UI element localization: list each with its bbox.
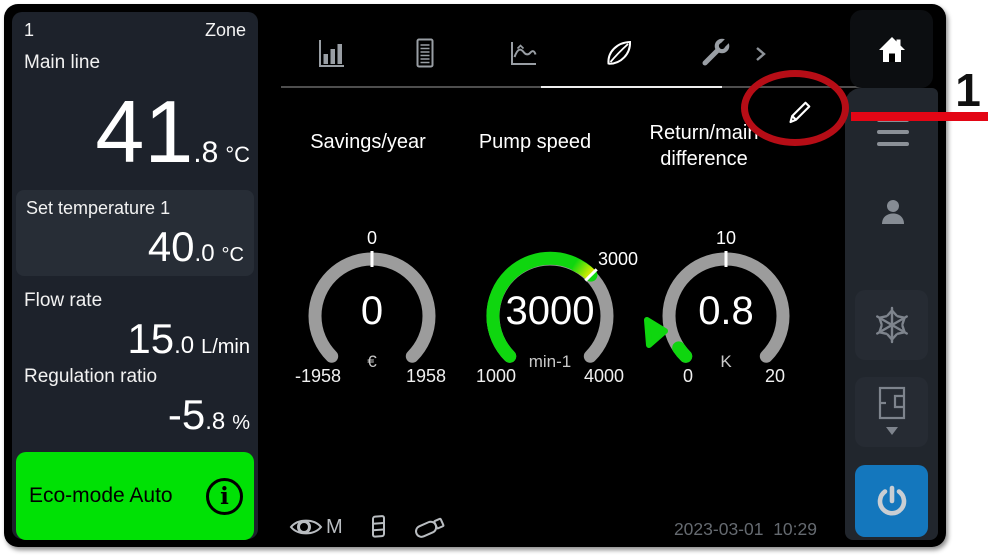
service-wrench-icon xyxy=(697,35,733,71)
main-line-dec: .8 xyxy=(193,136,218,170)
savings-value: 0 xyxy=(302,291,442,331)
trend-curve-icon xyxy=(505,35,541,71)
regulation-ratio-label: Regulation ratio xyxy=(24,366,157,388)
regulation-ratio-int: -5 xyxy=(168,394,205,436)
snowflake-icon xyxy=(870,303,914,347)
return-diff-min: 0 xyxy=(648,366,728,387)
sidebar-defrost-button[interactable] xyxy=(855,290,928,360)
sidebar-power-button[interactable] xyxy=(855,465,928,537)
regulation-ratio-value: -5.8% xyxy=(168,394,250,436)
main-line-unit: °C xyxy=(225,142,250,168)
tab-service[interactable] xyxy=(697,35,733,71)
sidebar-user-button[interactable] xyxy=(875,194,911,230)
eco-mode-label: Eco-mode Auto xyxy=(29,484,206,508)
active-tab-underline xyxy=(541,86,722,88)
annotation-circle xyxy=(741,70,849,146)
tab-eco-active[interactable] xyxy=(601,35,637,71)
usb-drive-icon xyxy=(411,513,449,541)
tab-trend[interactable] xyxy=(505,35,541,71)
sidebar-home-button[interactable] xyxy=(850,10,933,88)
zone-header: 1 Zone xyxy=(24,20,246,41)
set-temperature-value: 40.0 °C xyxy=(148,226,244,268)
main-line-int: 41 xyxy=(95,88,193,176)
chevron-right-icon xyxy=(748,42,772,66)
eco-mode-button[interactable]: Eco-mode Auto i xyxy=(16,452,254,540)
zone-number: 1 xyxy=(24,20,34,41)
sidebar-zones-button[interactable] xyxy=(855,377,928,447)
flow-rate-dec: .0 xyxy=(174,332,194,360)
set-temperature-label: Set temperature 1 xyxy=(26,198,170,219)
monitor-mode-letter: M xyxy=(326,516,343,539)
return-diff-max: 20 xyxy=(735,366,815,387)
power-icon xyxy=(872,481,912,521)
module-icon xyxy=(369,513,389,541)
eco-leaf-icon xyxy=(601,35,637,71)
info-glyph: i xyxy=(220,485,229,508)
screenshot-canvas: 1 Zone Main line 41.8°C Set temperature … xyxy=(0,0,988,555)
user-icon xyxy=(875,194,911,230)
tab-statistics[interactable] xyxy=(313,35,349,71)
pump-speed-value: 3000 xyxy=(480,291,620,331)
datetime-display: 2023-03-01 10:29 xyxy=(617,519,817,540)
set-temperature-dec: .0 xyxy=(195,240,215,268)
flow-rate-unit: L/min xyxy=(201,336,250,359)
flow-rate-label: Flow rate xyxy=(24,290,102,312)
flow-rate-value: 15.0 L/min xyxy=(127,318,250,360)
info-icon[interactable]: i xyxy=(206,478,243,515)
status-bar: M xyxy=(288,514,449,540)
set-temperature-card[interactable]: Set temperature 1 40.0 °C xyxy=(16,190,254,276)
sidebar-menu-button[interactable] xyxy=(877,118,909,146)
gauge-title-pump-speed: Pump speed xyxy=(435,129,635,155)
zone-label: Zone xyxy=(205,20,246,41)
bar-chart-icon xyxy=(313,35,349,71)
savings-min: -1958 xyxy=(278,366,358,387)
eye-monitor-icon xyxy=(288,515,324,539)
pump-speed-max: 4000 xyxy=(564,366,644,387)
report-icon xyxy=(407,35,443,71)
savings-max: 1958 xyxy=(386,366,466,387)
regulation-ratio-unit: % xyxy=(232,412,250,435)
annotation-number: 1 xyxy=(949,67,987,113)
return-diff-top-tick-label: 10 xyxy=(686,228,766,249)
home-icon xyxy=(875,33,909,65)
set-temperature-int: 40 xyxy=(148,226,195,268)
return-diff-value: 0.8 xyxy=(656,291,796,331)
menu-bar xyxy=(877,142,909,146)
regulation-ratio-dec: .8 xyxy=(205,408,225,436)
savings-top-tick-label: 0 xyxy=(332,228,412,249)
more-tabs-button[interactable] xyxy=(748,42,772,66)
zones-icon xyxy=(873,385,911,439)
main-line-value: 41.8 °C xyxy=(95,88,250,176)
set-temperature-unit: °C xyxy=(222,244,244,267)
flow-rate-int: 15 xyxy=(127,318,174,360)
main-line-label: Main line xyxy=(24,52,100,74)
tab-report[interactable] xyxy=(407,35,443,71)
menu-bar xyxy=(877,130,909,134)
pump-speed-tick-label: 3000 xyxy=(598,249,638,270)
pump-speed-min: 1000 xyxy=(456,366,536,387)
zone-panel: 1 Zone Main line 41.8°C Set temperature … xyxy=(12,12,258,539)
